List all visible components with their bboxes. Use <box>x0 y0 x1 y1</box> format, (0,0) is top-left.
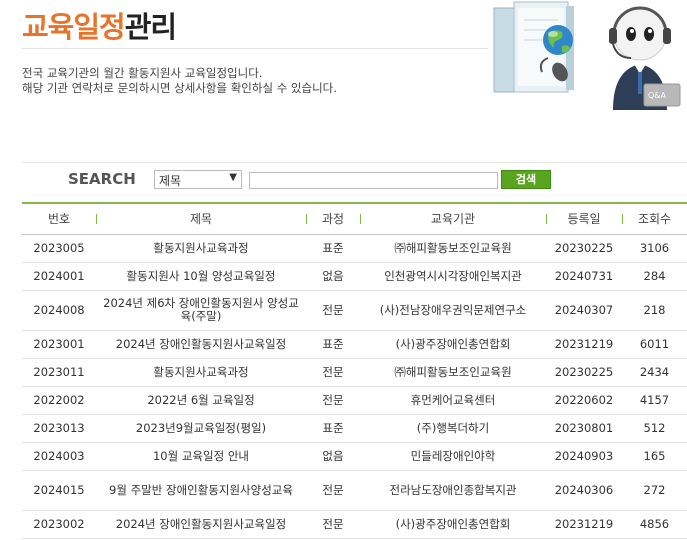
cell-subject-link[interactable]: 2024년 장애인활동지원사교육일정 <box>96 510 306 539</box>
cell-views: 3106 <box>622 234 687 263</box>
cell-institution: (사)전남장애우권익문제연구소 <box>360 290 546 331</box>
table-row: 2022002 2022년 6월 교육일정 전문 휴먼케어교육센터 202206… <box>22 386 687 415</box>
col-header-institution: 교육기관 <box>360 203 546 234</box>
cell-subject-link[interactable]: 2023년9월교육일정(평일) <box>96 414 306 443</box>
col-header-date: 등록일 <box>546 203 622 234</box>
search-button[interactable]: 검색 <box>501 170 551 189</box>
cell-institution: 전라남도장애인종합복지관 <box>360 470 546 511</box>
search-divider <box>22 162 687 163</box>
header-illustration: Q&A <box>493 1 681 110</box>
cell-course: 없음 <box>306 442 360 471</box>
cell-views: 4157 <box>622 386 687 415</box>
description-line-1: 전국 교육기관의 월간 활동지원사 교육일정입니다. <box>22 66 263 80</box>
cell-number: 2024008 <box>22 290 96 331</box>
cell-institution: (사)광주장애인총연합회 <box>360 510 546 539</box>
cell-views: 6011 <box>622 330 687 359</box>
col-header-course: 과정 <box>306 203 360 234</box>
schedule-table: 번호 제목 과정 교육기관 등록일 조회수 2023005 활동지원사교육과정 … <box>22 202 687 539</box>
qa-tag: Q&A <box>648 91 667 100</box>
page-title: 교육일정관리 <box>22 4 177 46</box>
cell-course: 표준 <box>306 234 360 263</box>
col-header-views: 조회수 <box>622 203 687 234</box>
cell-date: 20240731 <box>546 262 622 291</box>
cell-date: 20230801 <box>546 414 622 443</box>
col-header-number: 번호 <box>47 212 71 227</box>
table-row: 2024003 10월 교육일정 안내 없음 민들레장애인야학 20240903… <box>22 442 687 471</box>
table-row: 2023001 2024년 장애인활동지원사교육일정 표준 (사)광주장애인총연… <box>22 330 687 359</box>
cell-number: 2024001 <box>22 262 96 291</box>
col-header-subject: 제목 <box>96 203 306 234</box>
cell-number: 2024015 <box>22 470 96 511</box>
cell-number: 2023002 <box>22 510 96 539</box>
cell-course: 표준 <box>306 414 360 443</box>
table-row: 2024015 9월 주말반 장애인활동지원사양성교육 전문 전라남도장애인종합… <box>22 470 687 511</box>
cell-course: 표준 <box>306 330 360 359</box>
cell-subject-link[interactable]: 9월 주말반 장애인활동지원사양성교육 <box>96 470 306 511</box>
cell-course: 전문 <box>306 358 360 387</box>
cell-institution: ㈜해피활동보조인교육원 <box>360 358 546 387</box>
table-row: 2024001 활동지원사 10월 양성교육일정 없음 인천광역시시각장애인복지… <box>22 262 687 291</box>
search-field-select-value: 제목 <box>159 174 182 188</box>
cell-course: 전문 <box>306 470 360 511</box>
cell-views: 284 <box>622 262 687 291</box>
table-row: 2023002 2024년 장애인활동지원사교육일정 전문 (사)광주장애인총연… <box>22 510 687 539</box>
cell-subject-link[interactable]: 10월 교육일정 안내 <box>96 442 306 471</box>
page-title-accent: 교육일정 <box>22 10 126 44</box>
support-agent-icon <box>609 6 681 110</box>
table-header-row: 번호 제목 과정 교육기관 등록일 조회수 <box>22 203 687 234</box>
cell-institution: (사)광주장애인총연합회 <box>360 330 546 359</box>
cell-date: 20231219 <box>546 330 622 359</box>
cell-subject-link[interactable]: 2024년 제6차 장애인활동지원사 양성교육(주말) <box>96 290 306 331</box>
cell-subject-link[interactable]: 활동지원사 10월 양성교육일정 <box>96 262 306 291</box>
cell-date: 20240307 <box>546 290 622 331</box>
cell-course: 전문 <box>306 290 360 331</box>
cell-views: 272 <box>622 470 687 511</box>
description-line-2: 해당 기관 연락처로 문의하시면 상세사항을 확인하실 수 있습니다. <box>22 81 337 95</box>
cell-subject-link[interactable]: 2024년 장애인활동지원사교육일정 <box>96 330 306 359</box>
cell-institution: 인천광역시시각장애인복지관 <box>360 262 546 291</box>
cell-views: 4856 <box>622 510 687 539</box>
table-row: 2024008 2024년 제6차 장애인활동지원사 양성교육(주말) 전문 (… <box>22 290 687 331</box>
cell-views: 165 <box>622 442 687 471</box>
cell-views: 2434 <box>622 358 687 387</box>
cell-date: 20240903 <box>546 442 622 471</box>
cell-course: 전문 <box>306 510 360 539</box>
cell-number: 2024003 <box>22 442 96 471</box>
globe-icon <box>543 25 573 55</box>
cell-views: 218 <box>622 290 687 331</box>
cell-number: 2023011 <box>22 358 96 387</box>
cell-number: 2022002 <box>22 386 96 415</box>
search-label: SEARCH <box>68 170 136 188</box>
cell-subject-link[interactable]: 활동지원사교육과정 <box>96 358 306 387</box>
cell-institution: 휴먼케어교육센터 <box>360 386 546 415</box>
cell-subject-link[interactable]: 활동지원사교육과정 <box>96 234 306 263</box>
cell-date: 20231219 <box>546 510 622 539</box>
cell-subject-link[interactable]: 2022년 6월 교육일정 <box>96 386 306 415</box>
cell-institution: (주)행복더하기 <box>360 414 546 443</box>
search-input[interactable] <box>249 172 498 189</box>
cell-institution: ㈜해피활동보조인교육원 <box>360 234 546 263</box>
cell-number: 2023005 <box>22 234 96 263</box>
title-divider <box>22 48 488 49</box>
page-description: 전국 교육기관의 월간 활동지원사 교육일정입니다. 해당 기관 연락처로 문의… <box>22 66 337 96</box>
cell-views: 512 <box>622 414 687 443</box>
cell-date: 20230225 <box>546 358 622 387</box>
table-row: 2023011 활동지원사교육과정 전문 ㈜해피활동보조인교육원 2023022… <box>22 358 687 387</box>
cell-number: 2023013 <box>22 414 96 443</box>
cell-date: 20230225 <box>546 234 622 263</box>
chevron-down-icon: ▼ <box>229 172 237 183</box>
search-field-select[interactable]: 제목 ▼ <box>154 170 242 189</box>
cell-date: 20240306 <box>546 470 622 511</box>
cell-date: 20220602 <box>546 386 622 415</box>
table-row: 2023005 활동지원사교육과정 표준 ㈜해피활동보조인교육원 2023022… <box>22 234 687 263</box>
cell-course: 전문 <box>306 386 360 415</box>
cell-number: 2023001 <box>22 330 96 359</box>
cell-course: 없음 <box>306 262 360 291</box>
table-row: 2023013 2023년9월교육일정(평일) 표준 (주)행복더하기 2023… <box>22 414 687 443</box>
cell-institution: 민들레장애인야학 <box>360 442 546 471</box>
page-title-rest: 관리 <box>124 10 177 44</box>
